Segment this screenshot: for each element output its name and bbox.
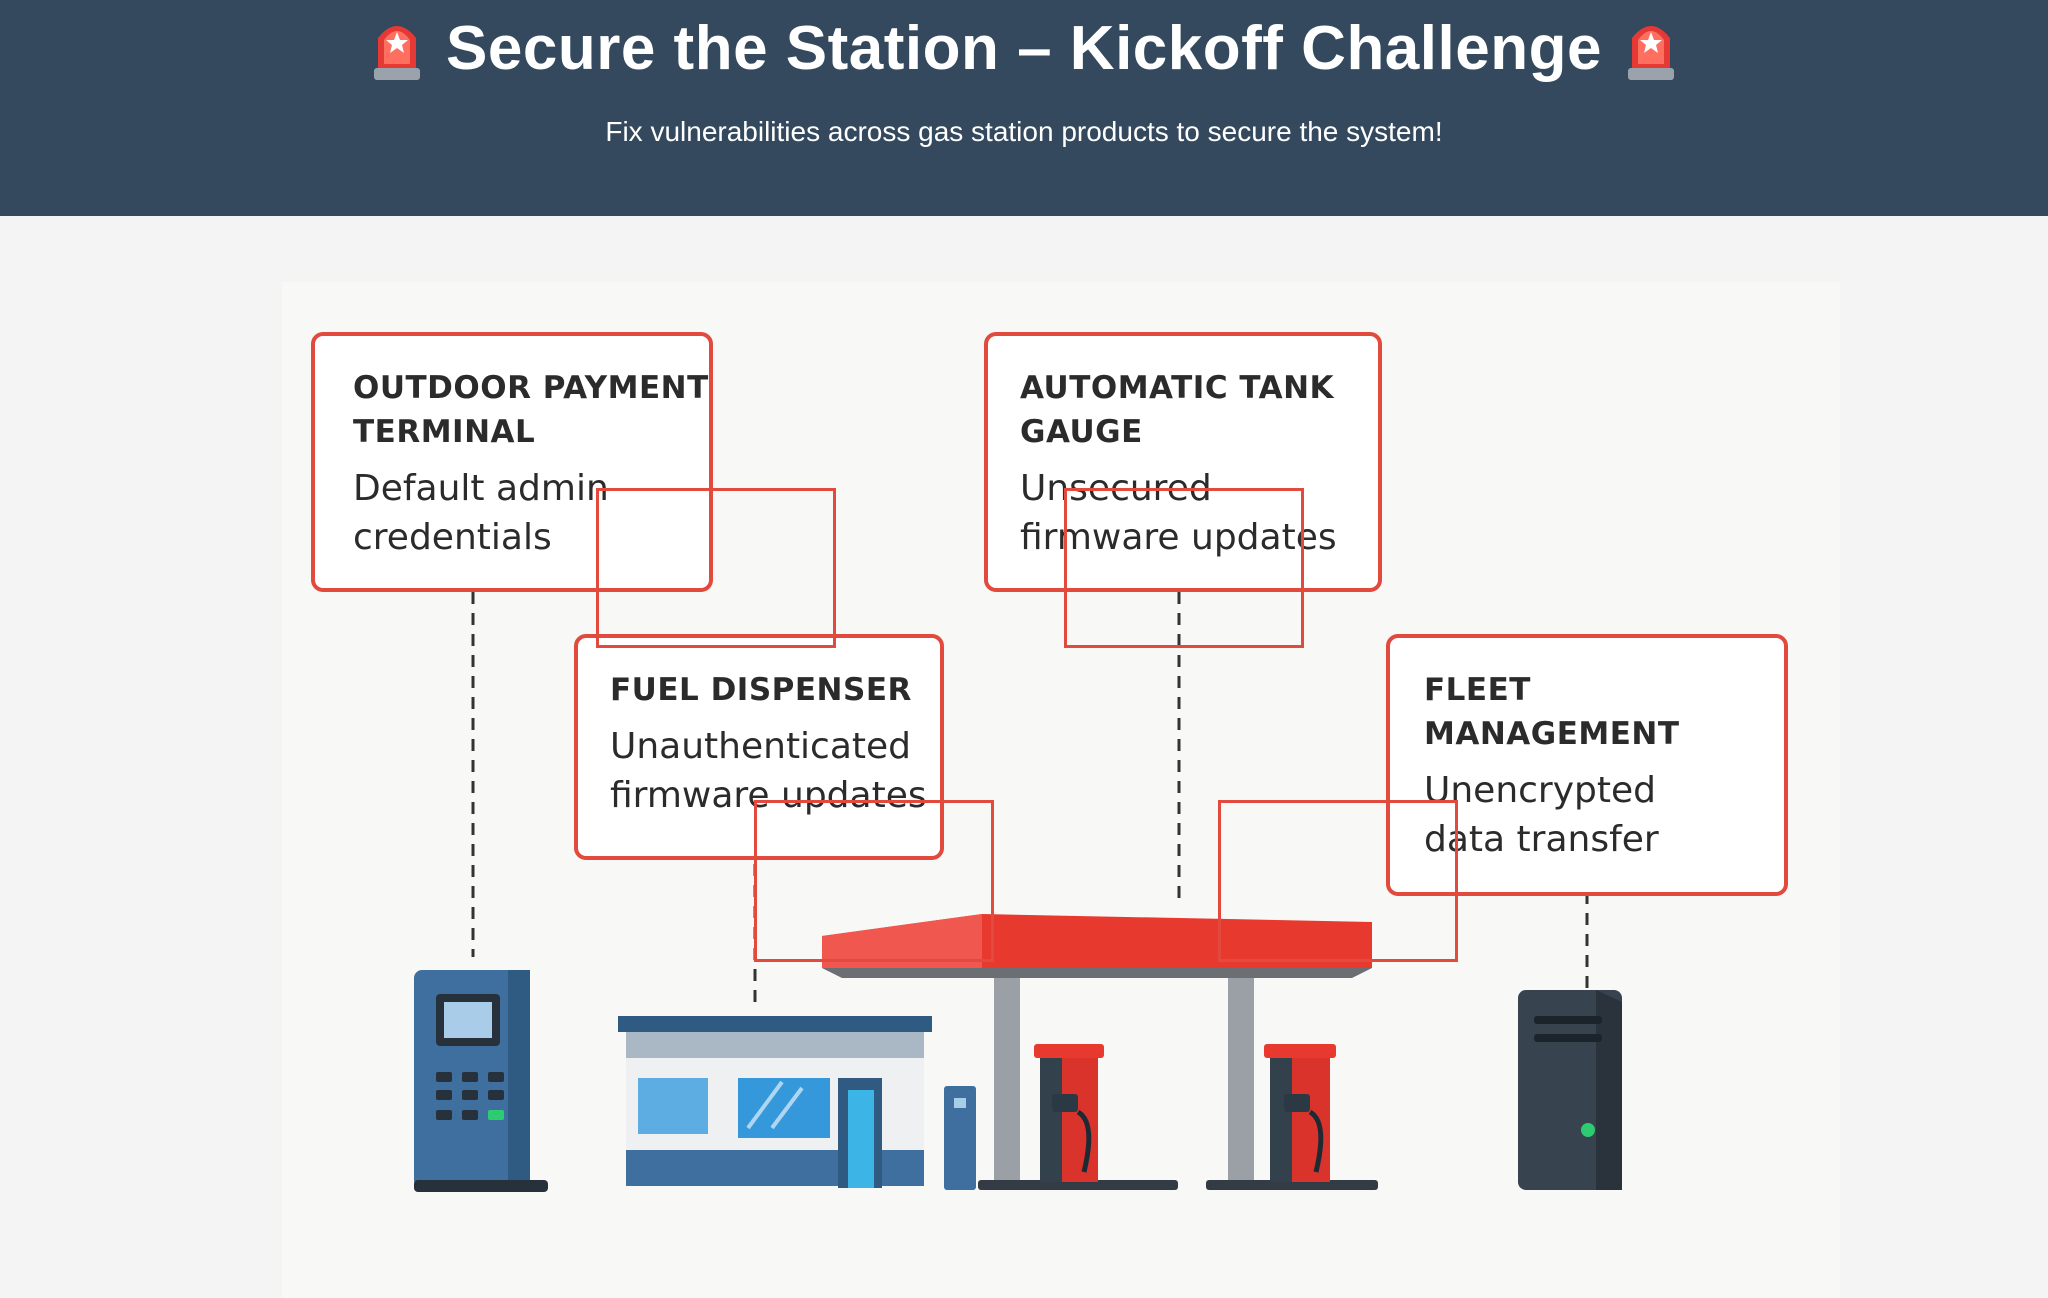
card-title-line: GAUGE bbox=[1020, 414, 1143, 450]
card-desc-line: Unencrypted bbox=[1424, 770, 1656, 811]
card-title: FUEL DISPENSER bbox=[610, 668, 940, 712]
card-title: AUTOMATIC TANK GAUGE bbox=[1020, 366, 1378, 454]
card-title-line: MANAGEMENT bbox=[1424, 716, 1680, 752]
title-row: Secure the Station – Kickoff Challenge bbox=[0, 8, 2048, 88]
card-title: FLEET MANAGEMENT bbox=[1424, 668, 1784, 756]
highlight-box bbox=[754, 800, 994, 962]
card-desc-line: data transfer bbox=[1424, 819, 1659, 860]
gas-station-illustration: OUTDOOR PAYMENT TERMINAL Default admin c… bbox=[282, 282, 1840, 1298]
convenience-store-icon bbox=[618, 1016, 932, 1188]
card-title-line: FLEET bbox=[1424, 672, 1531, 708]
server-icon bbox=[1518, 990, 1622, 1190]
card-title: OUTDOOR PAYMENT TERMINAL bbox=[353, 366, 709, 454]
page-title: Secure the Station – Kickoff Challenge bbox=[446, 13, 1602, 83]
payment-terminal-icon bbox=[414, 970, 548, 1192]
fuel-pump-icon bbox=[1264, 1044, 1336, 1182]
card-title-line: TERMINAL bbox=[353, 414, 536, 450]
card-desc-line: Unauthenticated bbox=[610, 726, 912, 767]
card-title-line: AUTOMATIC TANK bbox=[1020, 370, 1335, 406]
highlight-box bbox=[1064, 488, 1304, 648]
card-title-line: OUTDOOR PAYMENT bbox=[353, 370, 709, 406]
card-title-line: FUEL DISPENSER bbox=[610, 672, 912, 708]
siren-icon bbox=[374, 26, 421, 80]
highlight-box bbox=[596, 488, 836, 648]
highlight-box bbox=[1218, 800, 1458, 962]
page-header: Secure the Station – Kickoff Challenge F… bbox=[0, 0, 2048, 216]
fuel-pump-icon bbox=[1034, 1044, 1104, 1182]
page-subtitle: Fix vulnerabilities across gas station p… bbox=[605, 116, 1443, 147]
siren-icon bbox=[1627, 26, 1674, 80]
card-description: Unencrypted data transfer bbox=[1424, 766, 1784, 864]
